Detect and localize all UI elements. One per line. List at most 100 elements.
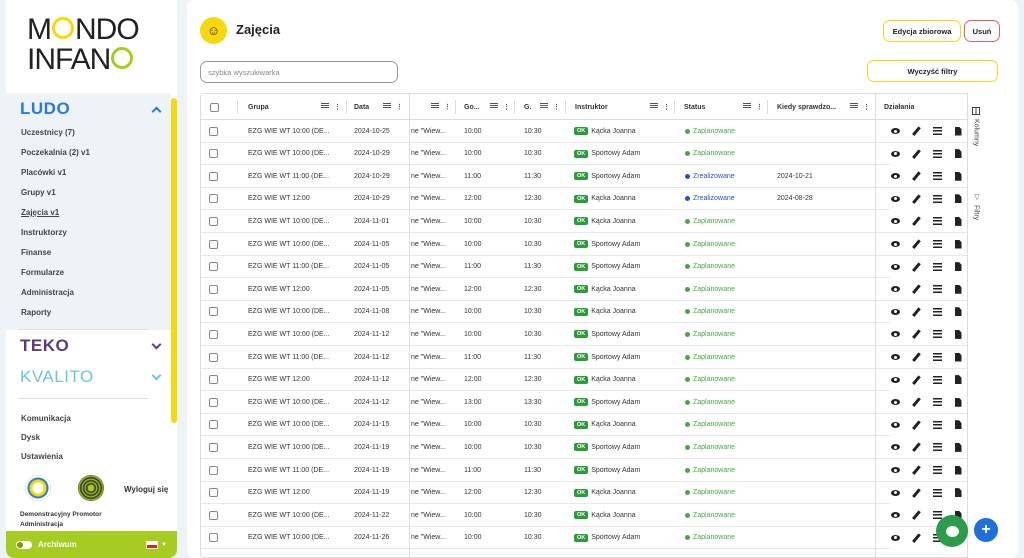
column-header-place[interactable]: ⋮ [410,94,455,120]
more-vertical-icon[interactable]: ⋮ [663,103,670,111]
row-checkbox[interactable] [209,216,218,226]
column-header-status[interactable]: Status ⋮ [679,94,767,120]
tab-columns[interactable]: Kolumny [972,107,980,146]
table-row[interactable]: EZG WIE WT 10:00 (DE... 2024-11-01 ne "Wie… [201,210,998,233]
table-row[interactable]: EZG WIE WT 11:00 (DE... 2024-11-12 ne "Wie… [201,346,998,369]
view-icon[interactable] [890,216,900,226]
attendance-list-icon[interactable] [932,420,942,430]
column-header-start[interactable]: Go... ⋮ [459,94,514,120]
edit-pencil-icon[interactable] [911,420,921,430]
sidebar-item[interactable]: Formularze [21,268,64,277]
view-icon[interactable] [890,375,900,385]
row-checkbox[interactable] [209,329,218,339]
filter-icon[interactable] [321,103,329,109]
add-document-icon[interactable] [953,488,963,498]
row-checkbox[interactable] [209,510,218,520]
search-input[interactable]: szybka wyszukiwarka [200,61,398,83]
add-button[interactable]: + [974,518,998,542]
ludo-header[interactable]: LUDO [20,99,162,119]
more-vertical-icon[interactable]: ⋮ [334,103,341,111]
row-checkbox[interactable] [209,375,218,385]
add-document-icon[interactable] [953,442,963,452]
attendance-list-icon[interactable] [932,488,942,498]
delete-button[interactable]: Usuń [964,20,1000,42]
table-row[interactable]: EZG WIE WT 10:00 (DE... 2024-11-08 ne "Wie… [201,300,998,324]
edit-pencil-icon[interactable] [911,352,921,362]
column-header-group[interactable]: Grupa ⋮ [243,94,345,120]
view-icon[interactable] [890,420,900,430]
sidebar-item[interactable]: Grupy v1 [21,188,56,197]
sidebar-item[interactable]: Administracja [21,288,74,297]
sidebar-item-ustawienia[interactable]: Ustawienia [21,452,63,461]
brand-logo[interactable]: M NDO INFAN [6,0,177,93]
edit-pencil-icon[interactable] [911,487,921,498]
sidebar-item-dysk[interactable]: Dysk [21,433,40,442]
more-vertical-icon[interactable]: ⋮ [756,103,763,111]
view-icon[interactable] [890,442,900,452]
table-row[interactable]: EZG WIE WT 11:00 (DE... 2024-11-19 ne "Wie… [201,459,998,482]
add-document-icon[interactable] [953,216,963,226]
table-row[interactable]: EZG WIE WT 10:00 (DE... 2024-11-12 ne "Wie… [201,391,998,414]
attendance-list-icon[interactable] [932,126,942,136]
attendance-list-icon[interactable] [932,465,942,475]
tab-filters[interactable]: ▽ Filtry [972,193,981,220]
row-checkbox[interactable] [209,262,218,272]
view-icon[interactable] [890,149,900,159]
sidebar-scrollbar[interactable] [171,98,177,423]
edit-pencil-icon[interactable] [911,397,921,407]
add-document-icon[interactable] [953,126,963,136]
table-row[interactable]: EZG WIE WT 11:00 (DE... 2024-10-29 ne "Wie… [201,165,998,188]
view-icon[interactable] [890,397,900,407]
view-icon[interactable] [890,262,900,272]
attendance-list-icon[interactable] [932,194,942,204]
row-checkbox[interactable] [209,442,218,452]
table-row[interactable]: EZG WIE WT 12:00 2024-11-19 ne "Wiew... 12:… [201,481,998,505]
bulk-edit-button[interactable]: Edycja zbiorowa [883,20,961,42]
column-header-instructor[interactable]: Instruktor ⋮ [570,94,674,120]
add-document-icon[interactable] [953,465,963,475]
row-checkbox[interactable] [209,307,218,317]
filter-icon[interactable] [650,103,658,109]
edit-pencil-icon[interactable] [911,239,921,249]
sidebar-item[interactable]: Uczestnicy (7) [21,128,75,137]
row-checkbox[interactable] [209,284,218,294]
edit-pencil-icon[interactable] [911,374,921,385]
view-icon[interactable] [890,465,900,475]
view-icon[interactable] [890,488,900,498]
attendance-list-icon[interactable] [932,307,942,317]
table-row[interactable]: EZG WIE WT 12:00 2024-10-29 ne "Wiew... 12:… [201,187,998,211]
edit-pencil-icon[interactable] [911,465,921,475]
sidebar-item[interactable]: Zajęcia v1 [21,208,59,217]
edit-pencil-icon[interactable] [911,216,921,227]
filter-icon[interactable] [431,103,439,109]
add-document-icon[interactable] [953,194,963,204]
view-icon[interactable] [890,126,900,136]
column-header-checked[interactable]: Kiedy sprawdzo... ⋮ [772,94,874,120]
table-row[interactable]: EZG WIE WT 10:00 (DE... 2024-10-25 ne "Wie… [201,120,998,143]
table-row[interactable]: EZG WIE WT 12:00 2024-11-12 ne "Wiew... 12:… [201,368,998,392]
filter-icon[interactable] [743,103,751,109]
filter-icon[interactable] [850,103,858,109]
polish-flag-icon[interactable] [146,540,159,549]
sidebar-item-komunikacja[interactable]: Komunikacja [21,414,71,423]
sidebar-item[interactable]: Placówki v1 [21,168,66,177]
add-document-icon[interactable] [953,149,963,159]
sidebar-item[interactable]: Instruktorzy [21,228,67,237]
row-checkbox[interactable] [209,239,218,249]
attendance-list-icon[interactable] [932,284,942,294]
attendance-list-icon[interactable] [932,262,942,272]
attendance-list-icon[interactable] [932,352,942,362]
add-document-icon[interactable] [953,397,963,407]
column-header-end[interactable]: G. ⋮ [519,94,564,120]
add-document-icon[interactable] [953,375,963,385]
more-vertical-icon[interactable]: ⋮ [396,103,403,111]
row-checkbox[interactable] [209,420,218,430]
view-icon[interactable] [890,239,900,249]
edit-pencil-icon[interactable] [911,284,921,294]
view-icon[interactable] [890,171,900,181]
sidebar-item[interactable]: Poczekalnia (2) v1 [21,148,90,157]
caret-down-icon[interactable]: ▼ [161,542,167,548]
add-document-icon[interactable] [953,420,963,430]
view-icon[interactable] [890,533,900,543]
row-checkbox[interactable] [209,465,218,475]
